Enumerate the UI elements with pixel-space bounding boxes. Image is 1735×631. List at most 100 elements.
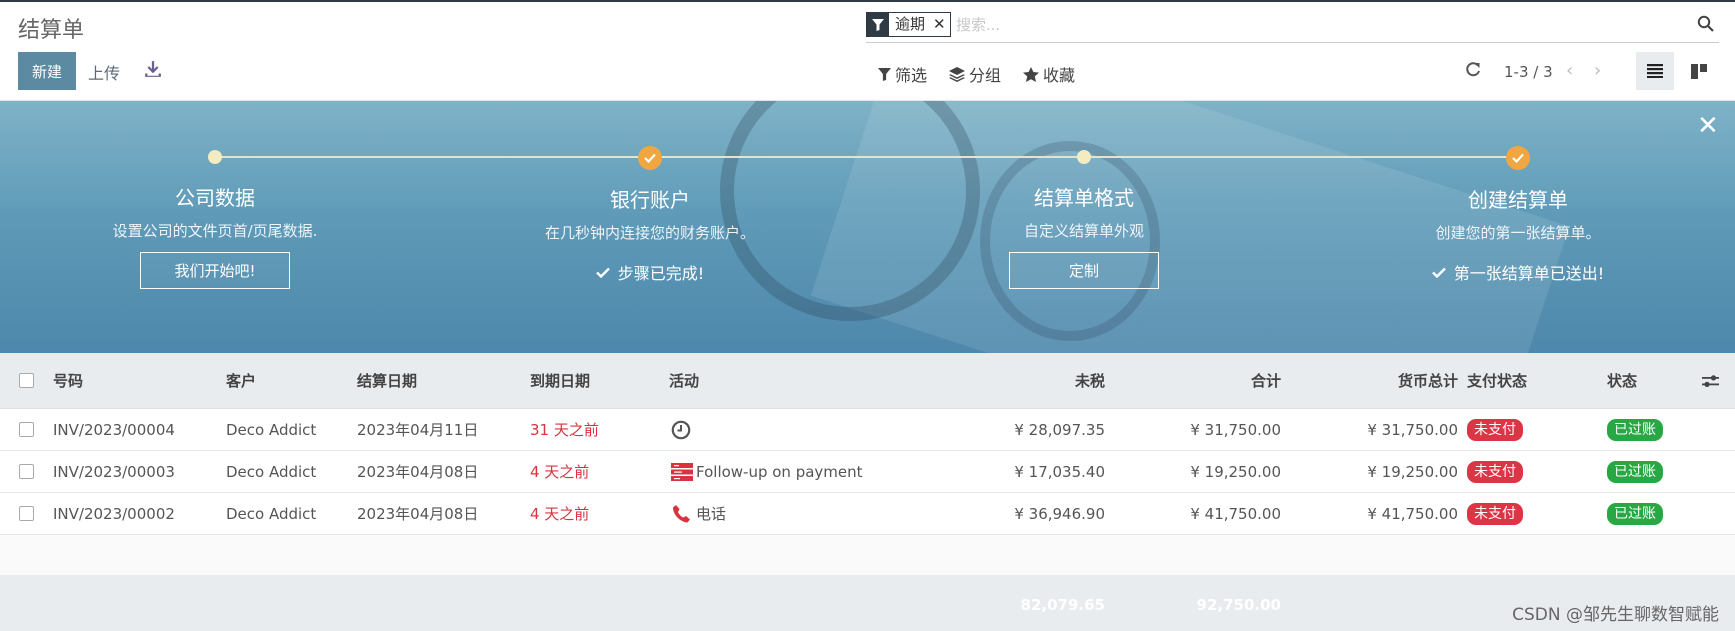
cell-number: INV/2023/00002 <box>53 504 175 523</box>
filter-icon <box>878 67 891 81</box>
cell-due-date: 31 天之前 <box>530 421 599 439</box>
column-customer[interactable]: 客户 <box>226 353 256 408</box>
search-input[interactable] <box>956 14 1656 36</box>
check-icon <box>595 267 610 278</box>
favorites-dropdown[interactable]: 收藏 <box>1023 62 1075 86</box>
favorites-label: 收藏 <box>1043 66 1076 85</box>
group-by-label: 分组 <box>969 66 1002 85</box>
cell-total: ¥ 41,750.00 <box>1190 504 1281 523</box>
step-done-text: 第一张结算单已送出! <box>1453 264 1605 283</box>
payment-status-badge: 未支付 <box>1467 493 1523 534</box>
column-number[interactable]: 号码 <box>53 353 83 408</box>
badge-text: 已过账 <box>1607 418 1663 441</box>
kanban-icon <box>1691 63 1707 79</box>
download-icon[interactable] <box>144 60 162 78</box>
cell-activity: 电话 <box>696 505 727 523</box>
search-icon[interactable] <box>1697 15 1715 33</box>
step-title: 创建结算单 <box>1468 188 1568 212</box>
step-invoice-layout: 结算单格式 自定义结算单外观 定制 <box>919 145 1249 289</box>
tasks-icon <box>671 462 693 481</box>
badge-text: 已过账 <box>1607 502 1663 525</box>
column-activity[interactable]: 活动 <box>669 353 699 408</box>
step-done-dot <box>638 146 662 170</box>
clock-icon <box>671 420 691 439</box>
step-customize-button[interactable]: 定制 <box>1009 252 1159 289</box>
invoice-table: 号码 客户 结算日期 到期日期 活动 未税 合计 货币总计 支付状态 状态 IN… <box>0 353 1735 631</box>
cell-untaxed: ¥ 36,946.90 <box>1014 504 1105 523</box>
phone-icon <box>673 504 690 522</box>
step-description: 在几秒钟内连接您的财务账户。 <box>544 224 755 242</box>
table-row[interactable]: INV/2023/00003 Deco Addict 2023年04月08日 4… <box>0 451 1735 493</box>
column-total[interactable]: 合计 <box>1140 353 1281 408</box>
cell-due-date: 4 天之前 <box>530 463 590 481</box>
cell-invoice-date: 2023年04月08日 <box>357 505 479 523</box>
check-icon <box>1431 267 1446 278</box>
step-create-invoice: 创建结算单 创建您的第一张结算单。 第一张结算单已送出! <box>1353 146 1683 284</box>
page-title: 结算单 <box>18 18 85 43</box>
onboarding-banner: ✕ 公司数据 设置公司的文件页首/页尾数据. 我们开始吧! 银行账户 在几秒钟内… <box>0 101 1735 353</box>
chevron-left-icon[interactable]: ‹ <box>1566 60 1573 81</box>
cell-total: ¥ 19,250.00 <box>1190 462 1281 481</box>
step-done-text: 步骤已完成! <box>617 264 705 283</box>
step-start-button[interactable]: 我们开始吧! <box>140 252 290 289</box>
pager-value[interactable]: 1-3 / 3 <box>1504 63 1553 81</box>
badge-text: 未支付 <box>1467 460 1523 483</box>
filter-icon <box>867 13 889 36</box>
group-by-dropdown[interactable]: 分组 <box>949 62 1001 86</box>
step-description: 设置公司的文件页首/页尾数据. <box>112 222 318 240</box>
row-checkbox[interactable] <box>19 409 34 450</box>
row-checkbox[interactable] <box>19 493 34 534</box>
column-untaxed[interactable]: 未税 <box>960 353 1105 408</box>
row-checkbox[interactable] <box>19 451 34 492</box>
search-options: 筛选 分组 收藏 <box>878 62 1075 86</box>
cell-due-date: 4 天之前 <box>530 505 590 523</box>
cell-currency-total: ¥ 19,250.00 <box>1367 462 1458 481</box>
footer-total-sum: 92,750.00 <box>1196 596 1281 614</box>
step-company-data: 公司数据 设置公司的文件页首/页尾数据. 我们开始吧! <box>50 145 380 289</box>
step-title: 银行账户 <box>610 188 690 212</box>
step-done-dot <box>1506 146 1530 170</box>
cell-invoice-date: 2023年04月11日 <box>357 421 479 439</box>
badge-text: 未支付 <box>1467 418 1523 441</box>
facet-value: 逾期 <box>895 15 926 33</box>
step-done-status: 步骤已完成! <box>485 260 815 284</box>
empty-row <box>0 535 1735 575</box>
chevron-right-icon[interactable]: › <box>1594 60 1601 81</box>
payment-status-badge: 未支付 <box>1467 451 1523 492</box>
cell-customer: Deco Addict <box>226 504 317 523</box>
column-payment-status[interactable]: 支付状态 <box>1467 353 1527 408</box>
activity-button[interactable]: 电话 <box>673 493 726 534</box>
table-row[interactable]: INV/2023/00004 Deco Addict 2023年04月11日 3… <box>0 409 1735 451</box>
step-done-status: 第一张结算单已送出! <box>1353 260 1683 284</box>
cell-activity: Follow-up on payment <box>696 462 863 481</box>
optional-columns-toggle[interactable] <box>1702 353 1719 408</box>
column-due-date[interactable]: 到期日期 <box>530 353 590 408</box>
step-title: 公司数据 <box>175 186 255 210</box>
cell-number: INV/2023/00003 <box>53 462 175 481</box>
refresh-icon[interactable] <box>1465 62 1481 78</box>
new-button[interactable]: 新建 <box>18 52 76 90</box>
list-icon <box>1647 64 1663 78</box>
column-invoice-date[interactable]: 结算日期 <box>357 353 417 408</box>
activity-button[interactable] <box>671 409 691 450</box>
sliders-icon <box>1702 374 1719 387</box>
cell-currency-total: ¥ 31,750.00 <box>1367 420 1458 439</box>
step-description: 自定义结算单外观 <box>1023 222 1144 240</box>
kanban-view-button[interactable] <box>1680 52 1718 90</box>
close-icon[interactable]: ✕ <box>1697 111 1719 141</box>
column-currency-total[interactable]: 货币总计 <box>1310 353 1458 408</box>
select-all-checkbox[interactable] <box>19 353 34 408</box>
upload-button[interactable]: 上传 <box>88 60 120 84</box>
cell-untaxed: ¥ 17,035.40 <box>1014 462 1105 481</box>
list-view-button[interactable] <box>1636 52 1674 90</box>
filter-dropdown[interactable]: 筛选 <box>878 62 927 86</box>
cell-customer: Deco Addict <box>226 462 317 481</box>
search-facet[interactable]: 逾期 ✕ <box>866 12 951 37</box>
check-icon <box>644 153 656 163</box>
column-status[interactable]: 状态 <box>1607 353 1637 408</box>
activity-button[interactable]: Follow-up on payment <box>671 451 863 492</box>
watermark: CSDN @邹先生聊数智赋能 <box>1512 605 1719 625</box>
facet-remove-icon[interactable]: ✕ <box>929 13 950 36</box>
table-row[interactable]: INV/2023/00002 Deco Addict 2023年04月08日 4… <box>0 493 1735 535</box>
step-title: 结算单格式 <box>1034 186 1134 210</box>
